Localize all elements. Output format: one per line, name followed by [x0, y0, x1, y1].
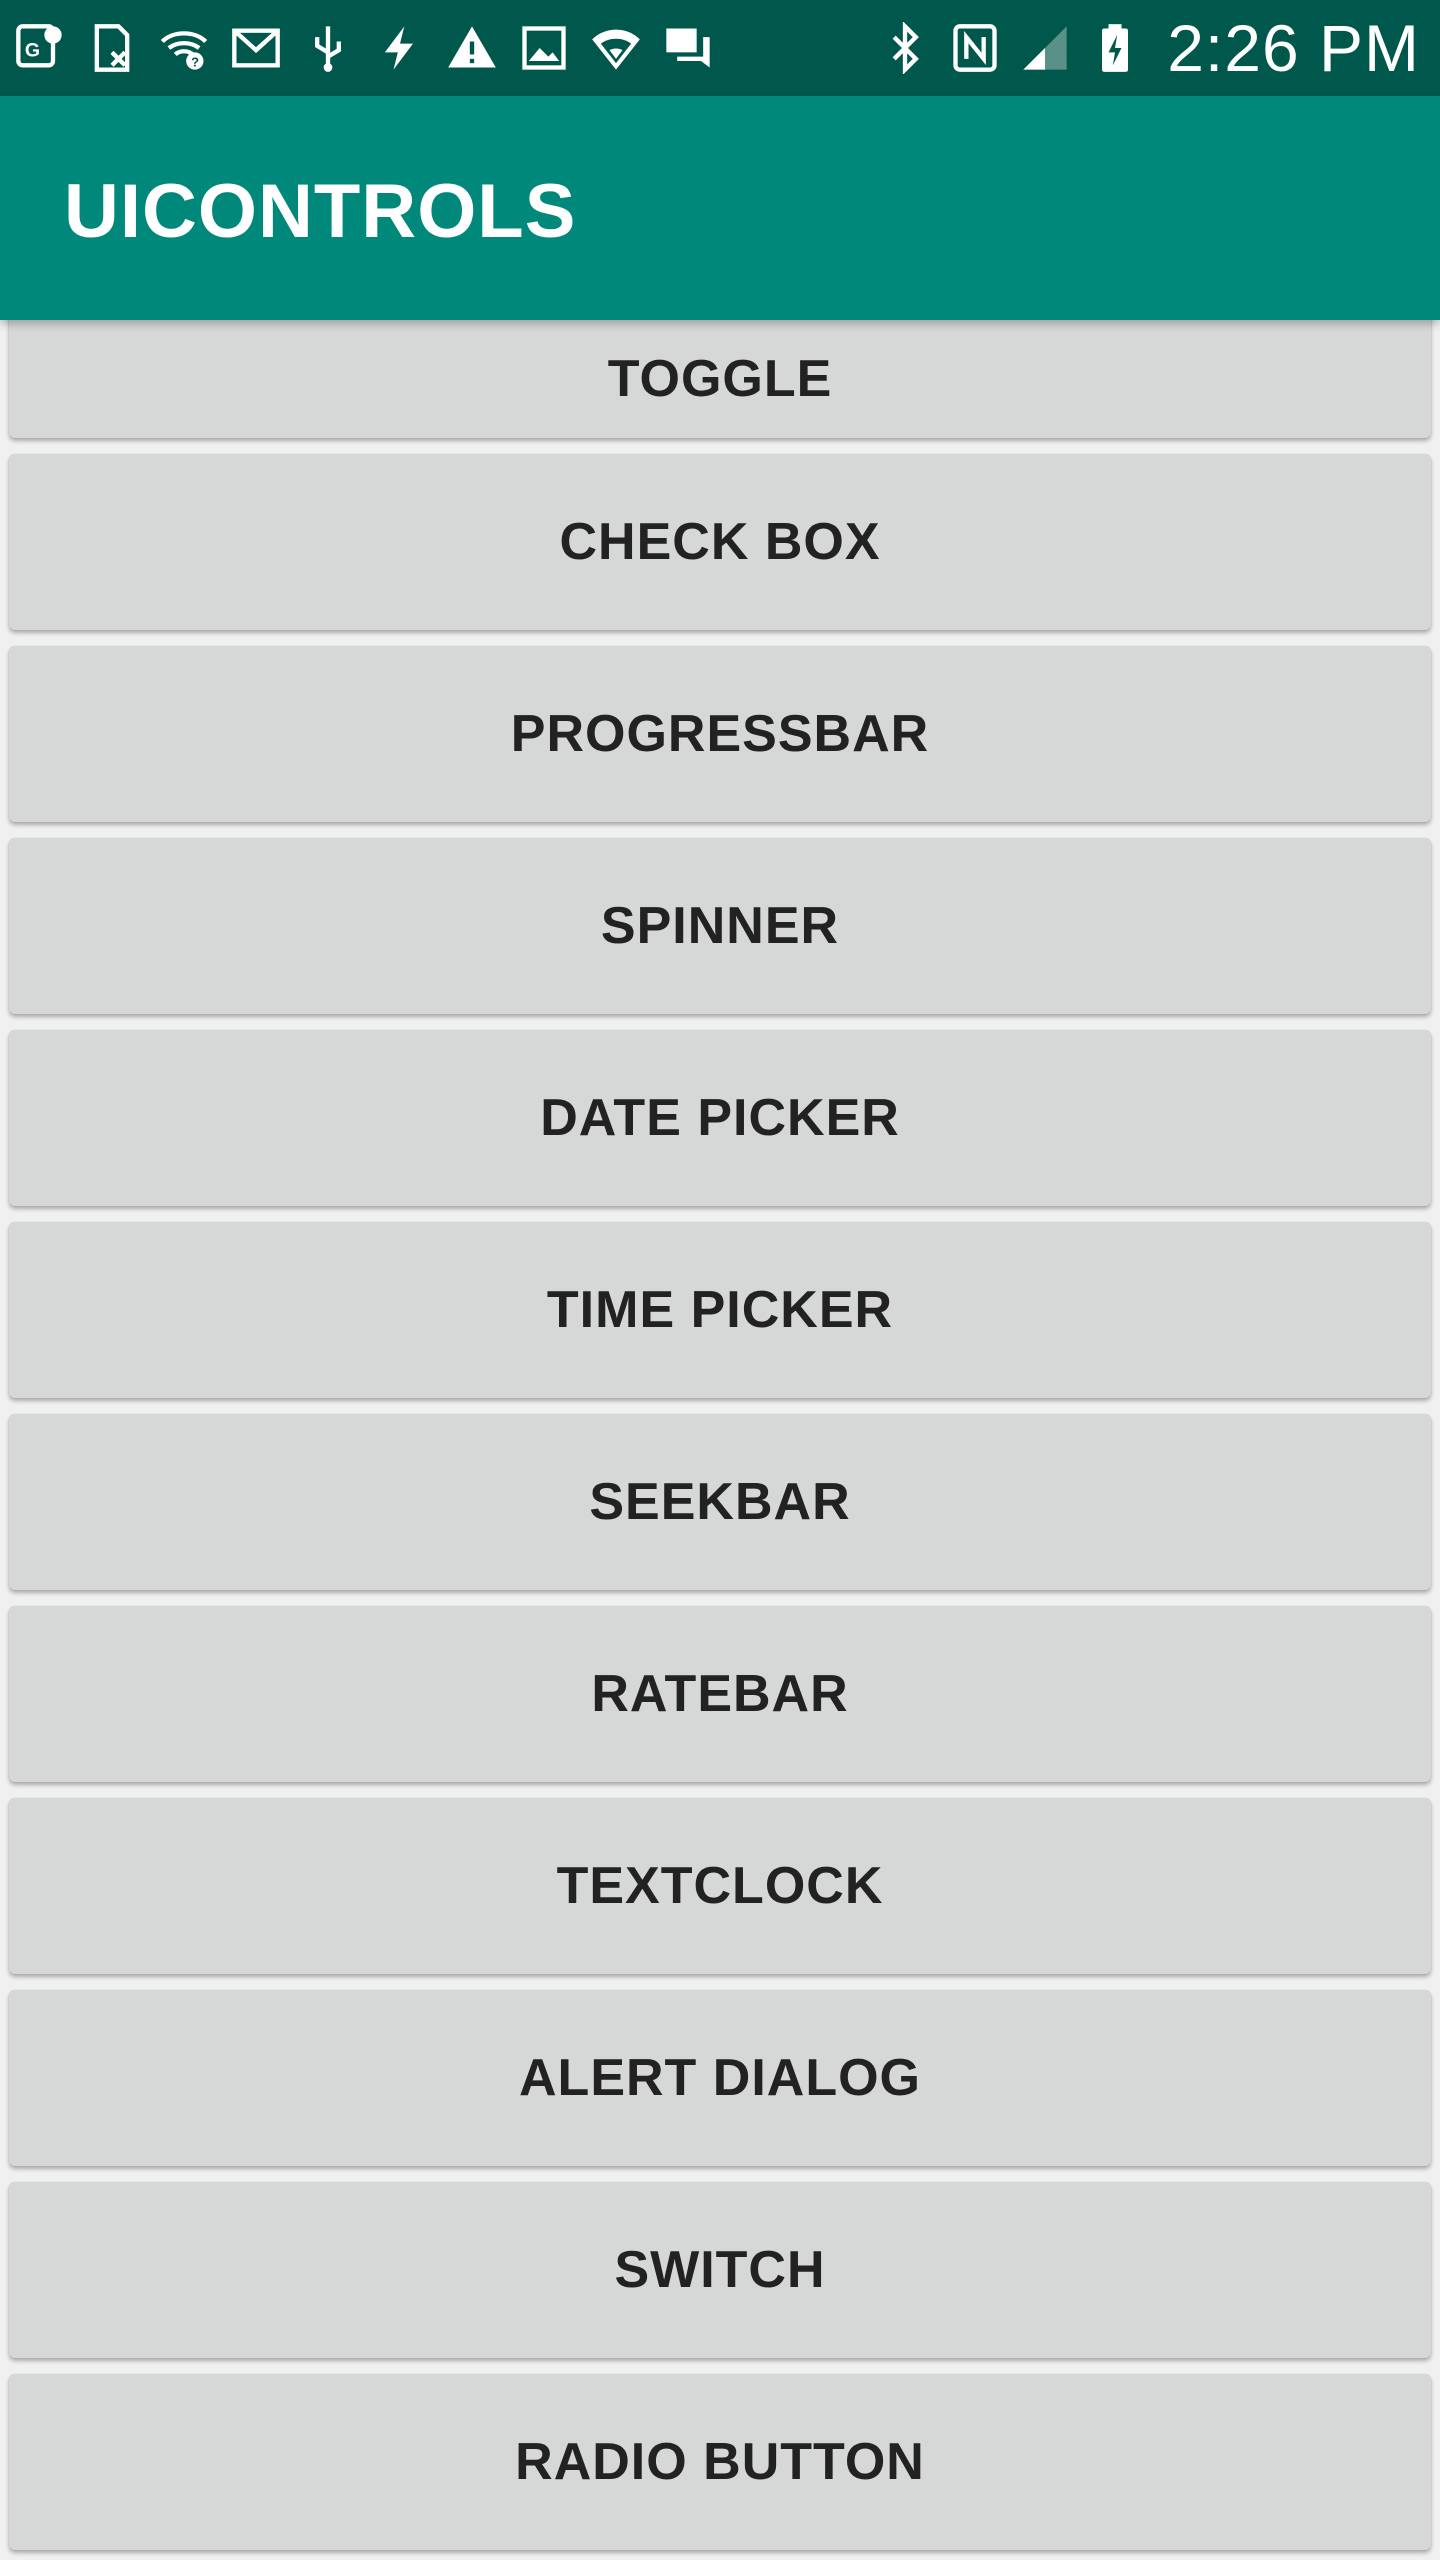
alert-dialog-button-label: ALERT DIALOG: [519, 2049, 921, 2107]
switch-button-label: SWITCH: [614, 2241, 826, 2299]
flash-icon: [374, 22, 426, 74]
system-icons: 2:26 PM: [879, 10, 1420, 86]
notification-icons: G ?: [14, 14, 714, 82]
date-picker-button-label: DATE PICKER: [540, 1089, 900, 1147]
textclock-button[interactable]: TEXTCLOCK: [9, 1798, 1431, 1974]
time-picker-button-label: TIME PICKER: [546, 1281, 894, 1339]
seekbar-button-label: SEEKBAR: [589, 1473, 851, 1531]
button-list[interactable]: TOGGLE CHECK BOX PROGRESSBAR SPINNER DAT…: [0, 320, 1440, 2560]
ratebar-button[interactable]: RATEBAR: [9, 1606, 1431, 1782]
ratebar-button-label: RATEBAR: [591, 1665, 849, 1723]
alert-dialog-button[interactable]: ALERT DIALOG: [9, 1990, 1431, 2166]
usb-icon: [302, 22, 354, 74]
svg-text:?: ?: [191, 54, 199, 69]
toggle-button-label: TOGGLE: [607, 350, 833, 408]
battery-charging-icon: [1089, 22, 1141, 74]
check-box-button[interactable]: CHECK BOX: [9, 454, 1431, 630]
spinner-button-label: SPINNER: [600, 897, 840, 955]
radio-button-button[interactable]: RADIO BUTTON: [9, 2374, 1431, 2550]
sim-error-icon: [86, 22, 138, 74]
textclock-button-label: TEXTCLOCK: [556, 1857, 884, 1915]
gmail-icon: [230, 22, 282, 74]
progressbar-button[interactable]: PROGRESSBAR: [9, 646, 1431, 822]
status-bar: G ? 2:26 PM: [0, 0, 1440, 96]
chat-icon: [662, 22, 714, 74]
radio-button-button-label: RADIO BUTTON: [515, 2433, 925, 2491]
svg-text:G: G: [25, 40, 40, 62]
seekbar-button[interactable]: SEEKBAR: [9, 1414, 1431, 1590]
date-picker-button[interactable]: DATE PICKER: [9, 1030, 1431, 1206]
toggle-button[interactable]: TOGGLE: [9, 320, 1431, 438]
spinner-button[interactable]: SPINNER: [9, 838, 1431, 1014]
check-box-button-label: CHECK BOX: [559, 513, 881, 571]
app-title: UICONTROLS: [64, 169, 577, 254]
switch-button[interactable]: SWITCH: [9, 2182, 1431, 2358]
wifi-shield-icon: [590, 22, 642, 74]
signal-icon: [1019, 22, 1071, 74]
maps-icon: G: [14, 22, 66, 74]
time-picker-button[interactable]: TIME PICKER: [9, 1222, 1431, 1398]
bluetooth-icon: [879, 22, 931, 74]
status-clock: 2:26 PM: [1167, 11, 1420, 85]
app-bar: UICONTROLS: [0, 96, 1440, 320]
warning-icon: [446, 22, 498, 74]
progressbar-button-label: PROGRESSBAR: [510, 705, 930, 763]
nfc-icon: [949, 22, 1001, 74]
wifi-question-icon: ?: [158, 22, 210, 74]
image-icon: [518, 22, 570, 74]
